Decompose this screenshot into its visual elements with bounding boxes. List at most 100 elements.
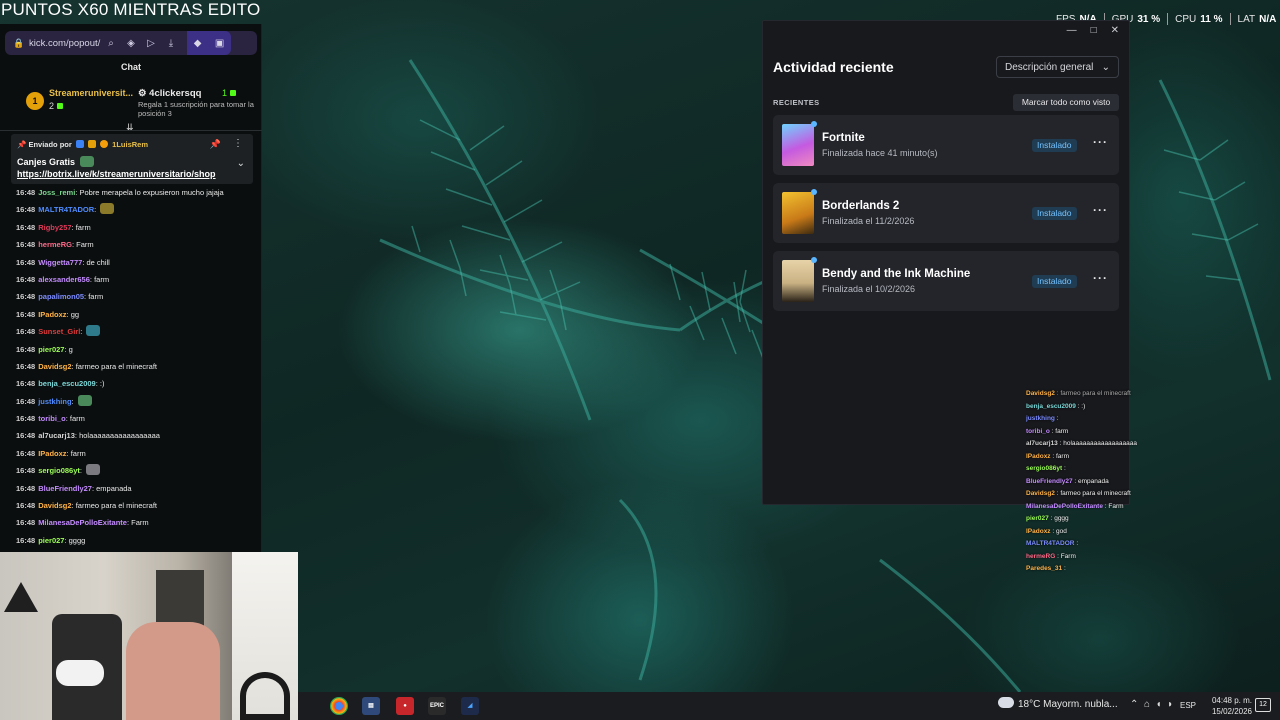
weather-widget[interactable]: 18°C Mayorm. nubla... xyxy=(998,697,1118,710)
notifications-icon[interactable]: 12 xyxy=(1255,698,1271,712)
search-icon[interactable]: ⌕ xyxy=(101,38,121,49)
chat-message: 16:48 Davidsg2: farmeo para el minecraft xyxy=(16,499,260,516)
maximize-icon[interactable]: □ xyxy=(1091,25,1097,36)
vscode-icon[interactable]: ◢ xyxy=(461,697,479,715)
message-user[interactable]: Wiggetta777 xyxy=(38,258,82,267)
pinned-link[interactable]: https://botrix.live/k/streameruniversita… xyxy=(17,169,216,179)
message-time: 16:48 xyxy=(16,466,36,476)
message-time: 16:48 xyxy=(16,431,36,441)
game-status: Finalizada el 11/2/2026 xyxy=(822,216,915,226)
overlay-chat-message: IPadoxz : farm xyxy=(1026,451,1166,464)
chat-message: 16:48 hermeRG: Farm xyxy=(16,238,260,255)
webcam-overlay xyxy=(0,552,298,720)
message-user[interactable]: al7ucarj13 xyxy=(38,431,75,440)
files-icon[interactable]: ▤ xyxy=(362,697,380,715)
network-icon[interactable]: ⌂ xyxy=(1144,699,1150,710)
obs-icon[interactable]: ● xyxy=(396,697,414,715)
play-icon[interactable]: ▷ xyxy=(141,38,161,49)
message-user[interactable]: Joss_remi xyxy=(38,188,75,197)
coin-icon xyxy=(100,140,109,148)
shield-icon[interactable]: ◈ xyxy=(121,38,141,49)
game-card[interactable]: Fortnite Finalizada hace 41 minuto(s) Inst… xyxy=(773,115,1119,175)
message-user[interactable]: MilanesaDePolloExitante xyxy=(38,518,127,527)
cloud-icon xyxy=(998,697,1014,708)
gift-count: 1 xyxy=(222,88,237,98)
more-options-icon[interactable]: ··· xyxy=(1093,135,1108,149)
chat-message: 16:48 Davidsg2: farmeo para el minecraft xyxy=(16,360,260,377)
message-user[interactable]: justkhing xyxy=(38,397,71,406)
filter-dropdown[interactable]: Descripción general ⌄ xyxy=(996,56,1119,78)
message-time: 16:48 xyxy=(16,414,36,424)
overlay-chat-text: Farm xyxy=(1108,502,1124,510)
message-user[interactable]: BlueFriendly27 xyxy=(38,484,92,493)
language-indicator[interactable]: ESP xyxy=(1180,701,1196,710)
panel-title: Actividad reciente xyxy=(773,59,894,75)
pin-icon[interactable]: 📌 xyxy=(210,139,221,150)
overlay-chat-user: benja_escu2009 xyxy=(1026,402,1076,410)
overlay-chat-colon: : xyxy=(1054,415,1059,422)
volume-icon[interactable]: ◗ xyxy=(1167,699,1173,710)
epic-games-icon[interactable]: EPIC xyxy=(428,697,446,715)
speaker-icon[interactable]: ◖ xyxy=(1156,699,1162,710)
message-user[interactable]: pier027 xyxy=(38,345,64,354)
crown-icon xyxy=(87,140,96,148)
collapse-arrow-icon[interactable]: ⇊ xyxy=(126,122,134,133)
chrome-icon[interactable] xyxy=(330,697,348,715)
message-time: 16:48 xyxy=(16,327,36,337)
message-text: :) xyxy=(99,379,105,389)
box-icon[interactable]: ▣ xyxy=(215,38,224,49)
message-user[interactable]: MALTR4TADOR xyxy=(38,205,94,214)
message-time: 16:48 xyxy=(16,501,36,511)
message-user[interactable]: Davidsg2 xyxy=(38,362,71,371)
message-user[interactable]: IPadoxz xyxy=(38,310,66,319)
message-time: 16:48 xyxy=(16,188,36,197)
more-options-icon[interactable]: ··· xyxy=(1093,203,1108,217)
message-colon: : xyxy=(94,205,99,215)
more-options-icon[interactable]: ··· xyxy=(1093,271,1108,285)
message-user[interactable]: Rigby257 xyxy=(38,223,71,232)
minimize-icon[interactable]: — xyxy=(1067,25,1077,36)
message-user[interactable]: alexsander656 xyxy=(38,275,90,284)
game-cover-image xyxy=(782,260,814,302)
chevron-down-icon[interactable]: ⌄ xyxy=(237,158,245,169)
chat-message: 16:48 IPadoxz: farm xyxy=(16,447,260,464)
message-user[interactable]: IPadoxz xyxy=(38,449,66,458)
top-supporter-name[interactable]: Streameruniversit... xyxy=(49,88,133,98)
message-user[interactable]: hermeRG xyxy=(38,240,72,249)
clock[interactable]: 04:48 p. m. 15/02/2026 xyxy=(1198,695,1252,717)
message-text: Farm xyxy=(76,240,94,250)
url-text[interactable]: kick.com/popout/ xyxy=(29,38,101,49)
chat-message: 16:48 Rigby257: farm xyxy=(16,221,260,238)
emote-icon xyxy=(86,325,101,337)
overlay-chat-user: Davidsg2 xyxy=(1026,390,1055,397)
mark-all-seen-button[interactable]: Marcar todo como visto xyxy=(1013,94,1119,111)
message-user[interactable]: toribi_o xyxy=(38,414,66,423)
overlay-chat-message: hermeRG : Farm xyxy=(1026,551,1166,564)
chevron-up-icon[interactable]: ⌃ xyxy=(1130,699,1138,710)
overlay-chat-message: toribi_o : farm xyxy=(1026,426,1166,439)
message-user[interactable]: pier027 xyxy=(38,536,64,545)
game-card[interactable]: Borderlands 2 Finalizada el 11/2/2026 Inst… xyxy=(773,183,1119,243)
message-time: 16:48 xyxy=(16,205,36,215)
chat-message: 16:48 BlueFriendly27: empanada xyxy=(16,482,260,499)
download-icon[interactable]: ⤓ xyxy=(161,38,181,49)
message-user[interactable]: Davidsg2 xyxy=(38,501,71,510)
diamond-icon[interactable]: ◆ xyxy=(194,38,202,49)
game-cover-image xyxy=(782,124,814,166)
chat-message: 16:48 pier027: gggg xyxy=(16,534,260,551)
rank-medal-icon: 1 xyxy=(26,92,44,110)
gift-user[interactable]: ⚙ 4clickersqq xyxy=(138,88,201,99)
message-user[interactable]: papalimon05 xyxy=(38,292,84,301)
more-icon[interactable]: ⋮ xyxy=(233,138,243,149)
chat-message: 16:48 MilanesaDePolloExitante: Farm xyxy=(16,516,260,533)
taskbar: ▤ ● EPIC ◢ 18°C Mayorm. nubla... ⌃ ⌂ ◖ ◗… xyxy=(298,692,1280,720)
message-user[interactable]: sergio086yt xyxy=(38,466,80,475)
browser-address-bar[interactable]: 🔒 kick.com/popout/ ⌕ ◈ ▷ ⤓ ◆ ▣ xyxy=(5,31,257,55)
stream-chat-overlay: Davidsg2 : farmeo para el minecraft benja… xyxy=(1026,388,1166,576)
overlay-chat-message: MilanesaDePolloExitante : Farm xyxy=(1026,501,1166,514)
new-indicator-icon xyxy=(811,121,817,127)
message-user[interactable]: benja_escu2009 xyxy=(38,379,96,388)
game-card[interactable]: Bendy and the Ink Machine Finalizada el 1… xyxy=(773,251,1119,311)
message-user[interactable]: Sunset_Girl xyxy=(38,327,80,336)
close-icon[interactable]: ✕ xyxy=(1111,25,1119,36)
